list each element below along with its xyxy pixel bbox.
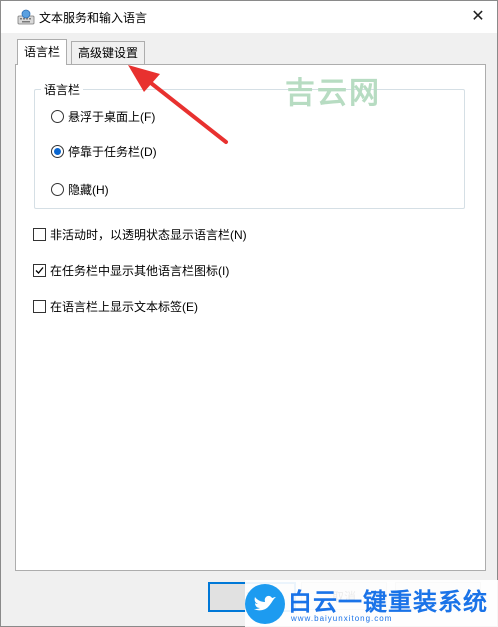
checkbox-box-checked[interactable] [33,263,46,277]
checkbox-label: 在语言栏上显示文本标签(E) [50,299,198,314]
brand-url: www.baiyunxitong.com [291,614,393,623]
red-arrow-annotation [128,65,228,144]
checkbox-show-text-labels[interactable]: 在语言栏上显示文本标签(E) [33,298,198,314]
brand-watermark: 白云一键重装系统 www.baiyunxitong.com [245,580,498,627]
group-title: 语言栏 [41,81,84,98]
radio-indicator[interactable] [51,109,64,123]
radio-indicator-checked[interactable] [51,144,64,158]
checkbox-label: 在任务栏中显示其他语言栏图标(I) [50,263,230,278]
checkbox-box[interactable] [33,299,46,313]
radio-hidden[interactable]: 隐藏(H) [51,181,109,197]
checkbox-transparent-inactive[interactable]: 非活动时，以透明状态显示语言栏(N) [33,226,247,242]
language-bar-group: 语言栏 悬浮于桌面上(F) 停靠于任务栏(D) 隐藏(H) [34,81,465,209]
bird-logo-icon [245,584,285,624]
keyboard-globe-icon [17,9,35,25]
watermark-logo: 吉云网 [285,77,381,110]
checkmark-icon [35,266,44,274]
tab-panel-language-bar: 语言栏 悬浮于桌面上(F) 停靠于任务栏(D) 隐藏(H) 非活动时，以透明状态… [15,64,486,571]
title-bar: 文本服务和输入语言 ✕ [1,1,497,33]
dialog-window: 文本服务和输入语言 ✕ 语言栏 高级键设置 语言栏 悬浮于桌面上(F) 停靠于任… [0,0,498,627]
brand-name: 白云一键重装系统 [288,589,488,616]
radio-label: 隐藏(H) [68,182,109,197]
checkbox-label: 非活动时，以透明状态显示语言栏(N) [50,227,247,242]
checkbox-box[interactable] [33,227,46,241]
checkbox-show-other-icons[interactable]: 在任务栏中显示其他语言栏图标(I) [33,262,229,278]
close-button[interactable]: ✕ [459,1,497,31]
close-icon: ✕ [471,8,485,25]
tab-language-bar[interactable]: 语言栏 [17,39,68,65]
window-title: 文本服务和输入语言 [39,11,148,25]
radio-indicator[interactable] [51,182,64,196]
